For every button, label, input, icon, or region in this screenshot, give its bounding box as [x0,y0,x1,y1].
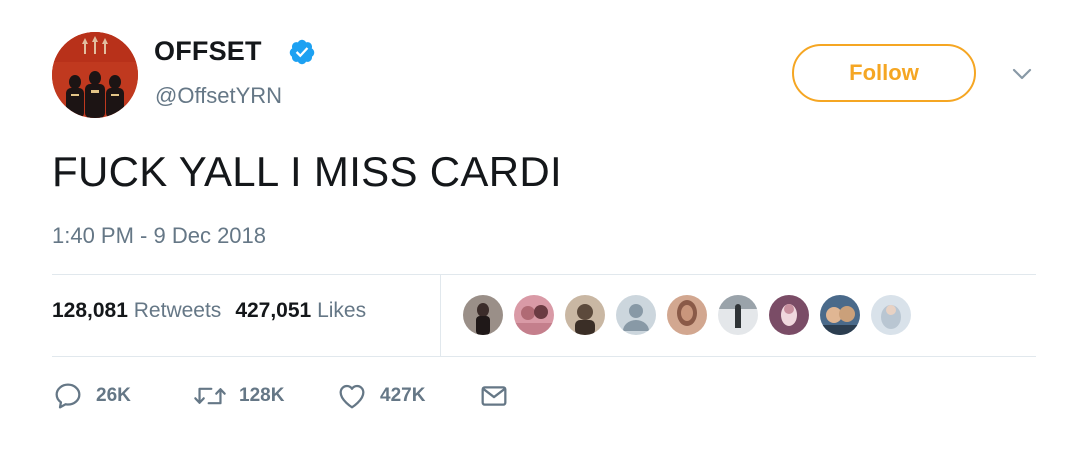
reply-count: 26K [96,385,131,406]
retweets-count: 128,081 [52,299,128,322]
liker-avatar[interactable] [869,293,913,337]
liker-avatar[interactable] [665,293,709,337]
follow-button[interactable]: Follow [792,44,976,102]
liker-avatar[interactable] [767,293,811,337]
default-avatar-icon[interactable] [614,293,658,337]
liker-avatar[interactable] [563,293,607,337]
liker-avatar[interactable] [818,293,862,337]
liker-avatar[interactable] [512,293,556,337]
reply-icon [55,383,81,409]
retweets-stat[interactable]: 128,081 Retweets [52,299,221,322]
display-name[interactable]: OFFSET [154,36,262,67]
user-handle[interactable]: @OffsetYRN [155,83,282,109]
vertical-divider [440,275,441,356]
likes-label: Likes [317,299,367,322]
tweet-card: OFFSET @OffsetYRN Follow FUCK YALL I MIS… [0,0,1080,454]
reply-button[interactable]: 26K [52,380,131,412]
liker-avatar[interactable] [716,293,760,337]
chevron-down-icon[interactable] [1008,64,1036,84]
retweets-label: Retweets [133,299,222,322]
retweet-button[interactable]: 128K [193,380,284,412]
like-button[interactable]: 427K [336,380,425,412]
tweet-timestamp[interactable]: 1:40 PM - 9 Dec 2018 [52,223,266,249]
divider [52,356,1036,357]
heart-icon [339,384,365,409]
profile-avatar[interactable] [52,32,138,118]
likes-stat[interactable]: 427,051 Likes [235,299,366,322]
engagement-stats: 128,081 Retweets 427,051 Likes [52,299,366,323]
verified-badge-icon [289,39,315,65]
divider [52,274,1036,275]
direct-message-button[interactable] [478,380,510,412]
envelope-icon [481,386,507,406]
like-count: 427K [380,385,426,406]
retweet-count: 128K [239,385,285,406]
likes-count: 427,051 [235,299,312,322]
retweet-icon [194,387,226,405]
tweet-text: FUCK YALL I MISS CARDI [52,148,562,195]
liker-avatar[interactable] [461,293,505,337]
